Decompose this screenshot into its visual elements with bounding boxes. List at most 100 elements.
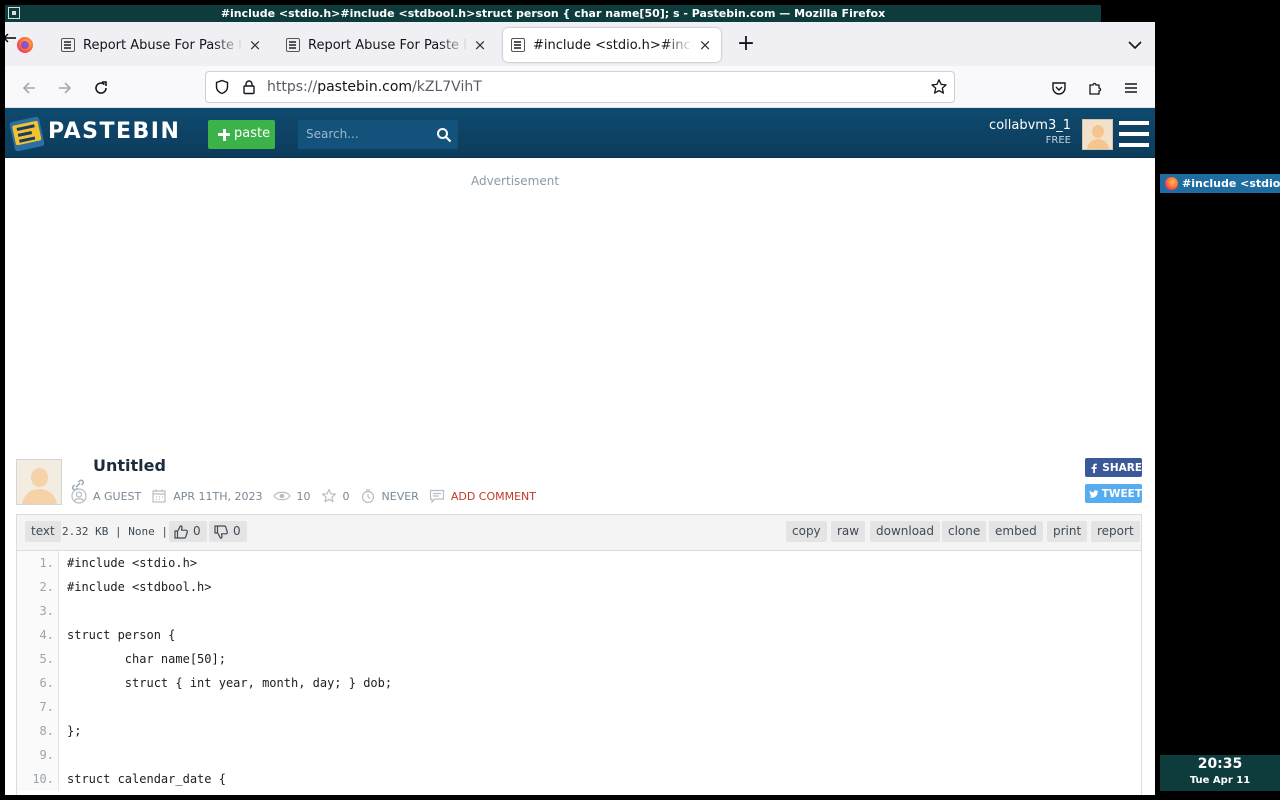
tab-report-abuse-2[interactable]: Report Abuse For Paste ID: × bbox=[278, 28, 496, 62]
add-comment-link[interactable]: ADD COMMENT bbox=[429, 488, 536, 504]
search-icon[interactable] bbox=[436, 127, 452, 147]
app-menu-hamburger-icon[interactable] bbox=[1117, 74, 1145, 102]
star-icon bbox=[321, 488, 336, 503]
line-number: 9. bbox=[17, 743, 59, 767]
line-number: 5. bbox=[17, 647, 59, 671]
account-plan: FREE bbox=[1045, 135, 1071, 146]
pocket-icon[interactable] bbox=[1045, 74, 1073, 102]
paste-meta: A GUEST APR 11TH, 2023 10 0 NEVER ADD CO… bbox=[71, 486, 546, 506]
dislike-button[interactable]: 0 bbox=[209, 521, 247, 542]
pastebin-favicon-icon bbox=[286, 38, 300, 52]
dislike-count: 0 bbox=[233, 524, 241, 538]
username[interactable]: collabvm3_1 bbox=[989, 118, 1071, 133]
code-line: 10. struct calendar_date { bbox=[17, 767, 1141, 791]
url-scheme: https:// bbox=[267, 79, 318, 95]
pastebin-logo-text[interactable]: PASTEBIN bbox=[48, 119, 180, 144]
line-number: 2. bbox=[17, 575, 59, 599]
line-content: char name[50]; bbox=[67, 652, 226, 666]
tab-strip: Report Abuse For Paste ID: × Report Abus… bbox=[5, 22, 1155, 66]
taskbar-firefox-window[interactable]: #include <stdio.h> bbox=[1160, 174, 1280, 193]
paste-date: APR 11TH, 2023 bbox=[173, 489, 263, 503]
add-comment-label[interactable]: ADD COMMENT bbox=[451, 490, 536, 503]
facebook-share-button[interactable]: SHARE bbox=[1085, 458, 1142, 477]
tracking-protection-shield-icon[interactable] bbox=[214, 79, 230, 99]
report-button[interactable]: report bbox=[1091, 521, 1140, 542]
expiry-icon bbox=[361, 489, 374, 504]
clock-date: Tue Apr 11 bbox=[1189, 775, 1251, 786]
code-line: 2. #include <stdbool.h> bbox=[17, 575, 1141, 599]
url-text[interactable]: https://pastebin.com/kZL7VihT bbox=[267, 72, 482, 102]
paste-title: Untitled bbox=[93, 456, 166, 475]
bookmark-star-icon[interactable] bbox=[930, 78, 948, 100]
list-all-tabs-chevron-icon[interactable] bbox=[1124, 34, 1146, 56]
lock-icon[interactable] bbox=[241, 79, 257, 99]
twitter-icon bbox=[1089, 489, 1099, 498]
tab-label: #include <stdio.h>#include < bbox=[533, 37, 693, 53]
firefox-icon bbox=[17, 37, 33, 53]
syntax-label-button[interactable]: text bbox=[25, 521, 61, 542]
code-line: 1. #include <stdio.h> bbox=[17, 551, 1141, 575]
extensions-puzzle-icon[interactable] bbox=[1081, 74, 1109, 102]
print-button[interactable]: print bbox=[1047, 521, 1088, 542]
window-menu-button[interactable] bbox=[8, 7, 20, 19]
twitter-tweet-button[interactable]: TWEET bbox=[1085, 484, 1142, 503]
line-content bbox=[59, 695, 67, 719]
taskbar-clock[interactable]: 20:35 Tue Apr 11 bbox=[1160, 755, 1280, 791]
site-search-input[interactable]: Search... bbox=[298, 120, 458, 149]
tab-close-icon[interactable]: × bbox=[247, 37, 263, 53]
code-line: 8.}; bbox=[17, 719, 1141, 743]
site-menu-hamburger-icon[interactable] bbox=[1119, 121, 1149, 149]
raw-button[interactable]: raw bbox=[831, 521, 866, 542]
address-bar[interactable]: https://pastebin.com/kZL7VihT bbox=[205, 71, 955, 103]
reload-icon[interactable] bbox=[87, 74, 115, 102]
url-path: /kZL7VihT bbox=[412, 79, 482, 95]
clock-time: 20:35 bbox=[1197, 756, 1243, 772]
code-line: 5. char name[50]; bbox=[17, 647, 1141, 671]
user-icon bbox=[71, 488, 87, 504]
line-content: struct person { bbox=[67, 628, 176, 642]
share-label: SHARE bbox=[1102, 461, 1142, 474]
user-avatar[interactable] bbox=[1082, 119, 1113, 150]
code-toolbar: text 2.32 KB | None | 0 0 copy raw downl… bbox=[17, 515, 1141, 551]
search-placeholder: Search... bbox=[306, 127, 359, 141]
download-button[interactable]: download bbox=[870, 521, 941, 542]
mouse-cursor-icon bbox=[3, 30, 17, 49]
comment-icon bbox=[429, 489, 444, 504]
star-count: 0 bbox=[342, 489, 350, 503]
copy-button[interactable]: copy bbox=[786, 521, 827, 542]
author-name[interactable]: A GUEST bbox=[93, 490, 141, 503]
web-page: PASTEBIN paste Search... collabvm3_1 FRE… bbox=[5, 108, 1155, 795]
code-line: 3. bbox=[17, 599, 1141, 623]
date-meta: APR 11TH, 2023 bbox=[151, 488, 263, 504]
new-paste-button[interactable]: paste bbox=[208, 120, 275, 149]
stars-meta: 0 bbox=[321, 488, 350, 504]
clone-button[interactable]: clone bbox=[942, 521, 987, 542]
advertisement-label: Advertisement bbox=[470, 174, 560, 188]
code-listing[interactable]: 1. #include <stdio.h> 2. #include <stdbool… bbox=[17, 551, 1141, 791]
embed-button[interactable]: embed bbox=[989, 521, 1043, 542]
line-number: 1. bbox=[17, 551, 59, 575]
tab-current-paste[interactable]: #include <stdio.h>#include < × bbox=[503, 28, 721, 62]
line-content: #include <stdio.h> bbox=[67, 556, 198, 570]
line-content bbox=[59, 599, 67, 623]
pastebin-header: PASTEBIN paste Search... collabvm3_1 FRE… bbox=[5, 108, 1155, 158]
like-count: 0 bbox=[193, 524, 201, 538]
tab-close-icon[interactable]: × bbox=[697, 37, 713, 53]
line-content: struct calendar_date { bbox=[67, 772, 226, 786]
line-content bbox=[59, 743, 67, 767]
firefox-window: Report Abuse For Paste ID: × Report Abus… bbox=[5, 22, 1155, 795]
like-button[interactable]: 0 bbox=[169, 521, 207, 542]
new-tab-plus-icon[interactable]: + bbox=[734, 33, 758, 57]
code-line: 4. struct person { bbox=[17, 623, 1141, 647]
forward-arrow-icon[interactable] bbox=[51, 74, 79, 102]
desktop: #include <stdio.h> #include <stdbool.h> st… bbox=[0, 0, 1280, 800]
tab-close-icon[interactable]: × bbox=[472, 37, 488, 53]
back-arrow-icon[interactable] bbox=[15, 74, 43, 102]
line-number: 8. bbox=[17, 719, 59, 743]
pastebin-logo-icon[interactable] bbox=[9, 113, 45, 152]
user-info[interactable]: collabvm3_1 FREE bbox=[989, 118, 1071, 146]
paste-code-panel: text 2.32 KB | None | 0 0 copy raw downl… bbox=[16, 514, 1142, 795]
thumbs-down-icon bbox=[214, 524, 228, 539]
line-content: #include <stdbool.h> bbox=[67, 580, 212, 594]
tab-report-abuse-1[interactable]: Report Abuse For Paste ID: × bbox=[53, 28, 271, 62]
